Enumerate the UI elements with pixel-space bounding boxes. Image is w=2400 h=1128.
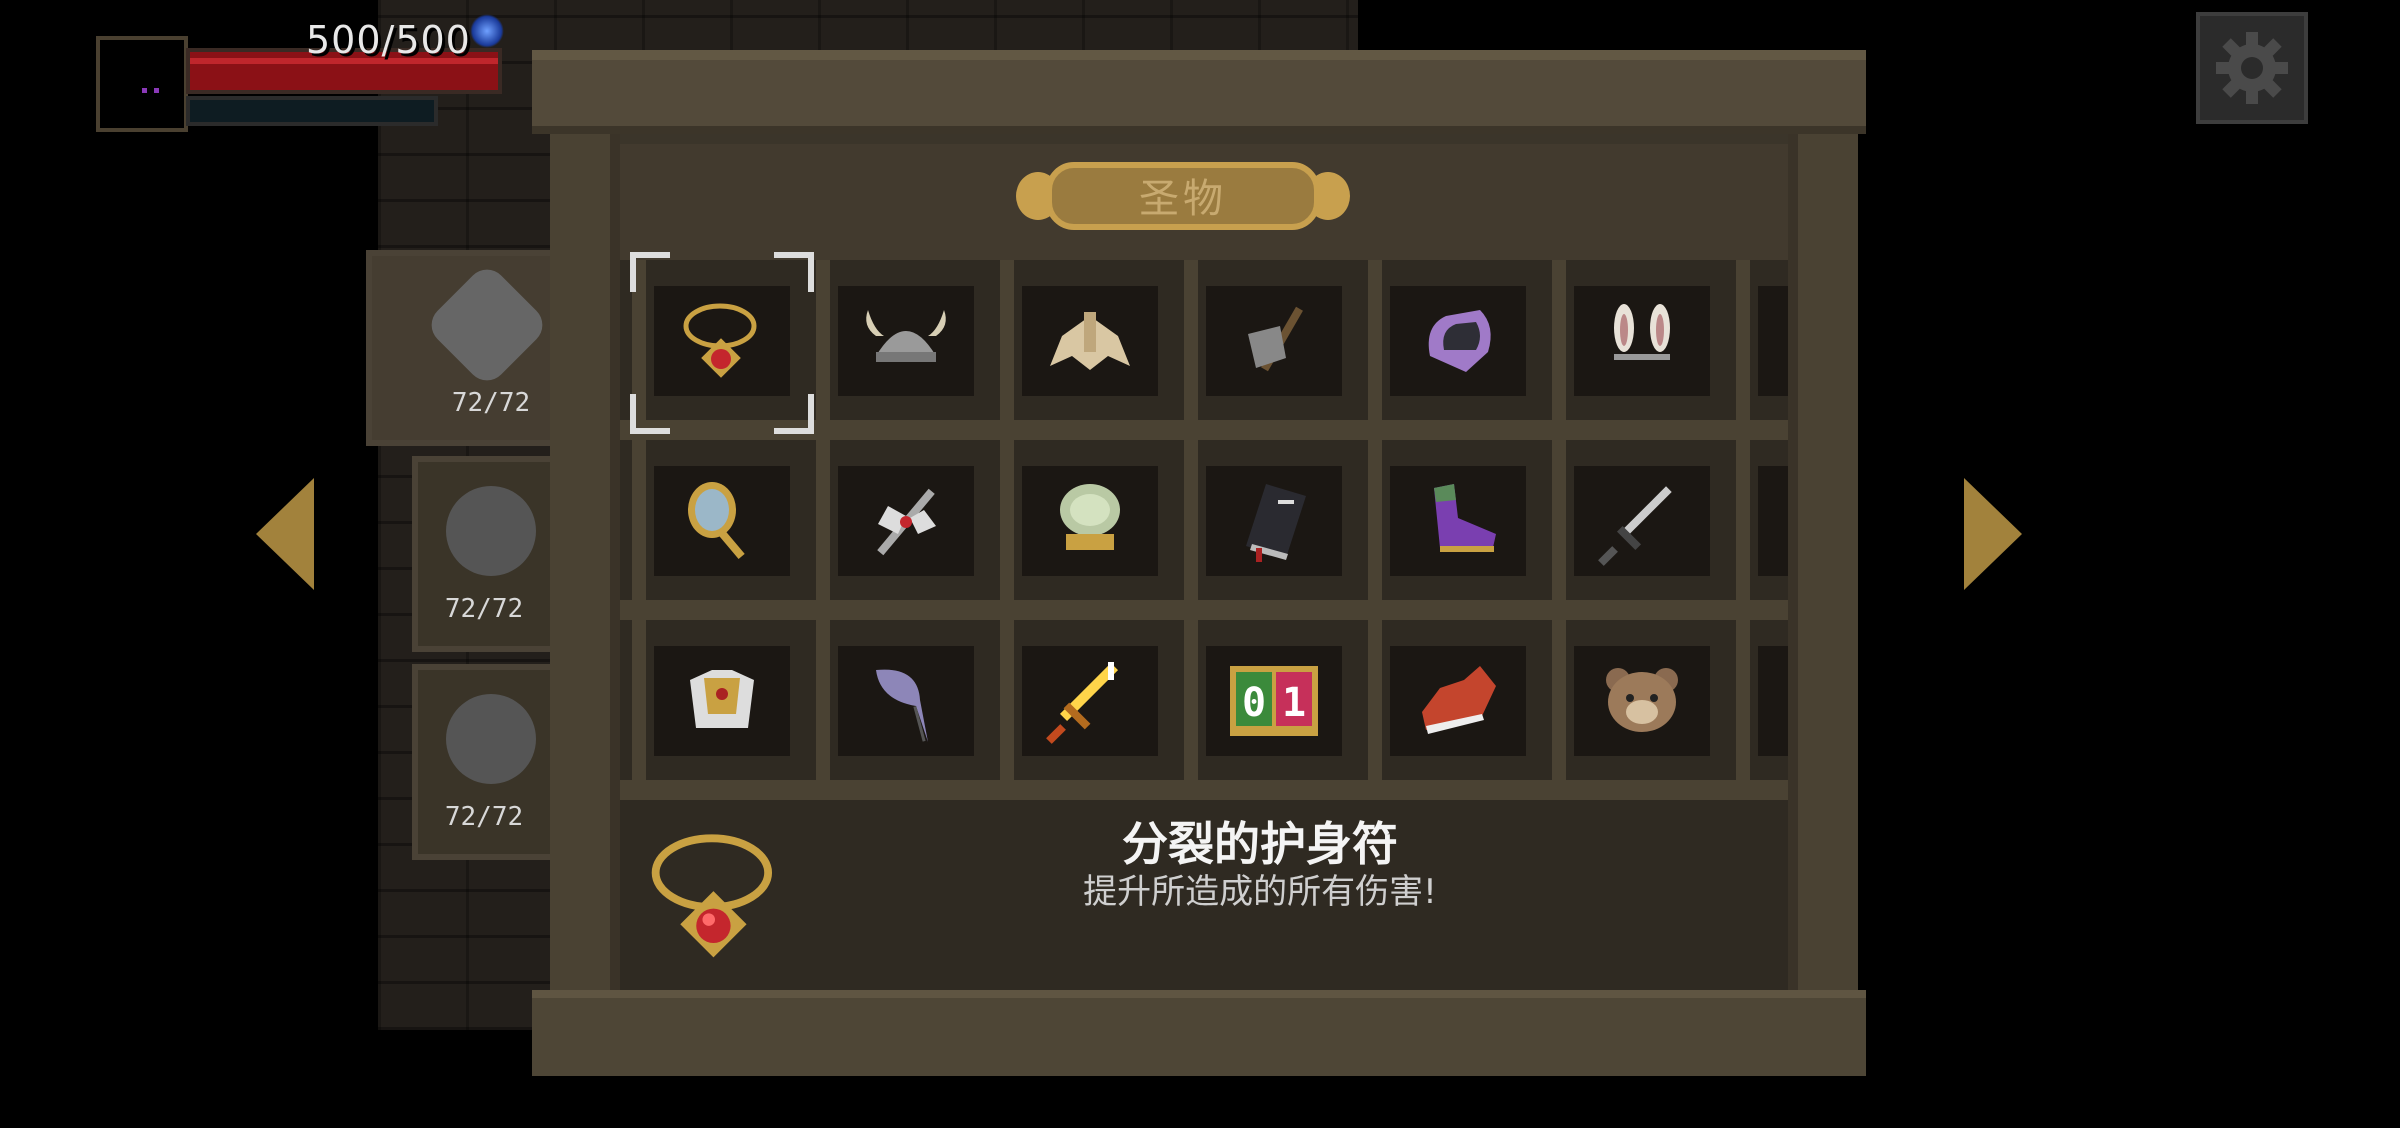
relic-slot-partial [1758,466,1788,576]
bear-head-icon [1606,668,1678,732]
relic-slot[interactable] [1574,466,1710,576]
shelf-lip [620,780,1788,800]
hp-text: 500/500 [306,18,471,62]
red-sneaker-icon [1422,666,1496,734]
selection-cursor [630,252,814,434]
black-book-icon [1246,484,1306,562]
tab-count: 72/72 [444,802,524,832]
relic-slot-partial [1758,286,1788,396]
relic-shelf-row: 01 [620,620,1788,800]
shelf-divider [632,440,646,620]
shelf-divider [816,260,830,440]
purple-gauntlet-icon [1428,310,1491,372]
shelf-divider [1184,260,1198,440]
shelf-divider [632,620,646,800]
shelf-divider [1000,620,1014,800]
relic-slot[interactable] [1022,286,1158,396]
relic-description: 提升所造成的所有伤害! [1083,872,1437,912]
shelf-divider [1552,440,1566,620]
shelf-divider [1736,260,1750,440]
skull-icon [446,694,536,784]
tab-weapons[interactable]: 72/72 [366,250,556,446]
relic-slot[interactable] [1206,286,1342,396]
golden-wing-icon [1050,312,1130,370]
shelf-divider [1368,440,1382,620]
relic-slot[interactable] [838,646,974,756]
double-axe-icon [877,488,936,556]
mana-bar [186,96,438,126]
previous-page-arrow[interactable] [256,478,314,590]
counter-icon: 01 [1230,666,1318,736]
player-portrait [96,36,188,132]
relic-slot[interactable] [1390,286,1526,396]
gear-icon [2216,32,2288,104]
shelf-divider [1552,620,1566,800]
relic-slot[interactable]: 01 [1206,646,1342,756]
relic-slot[interactable] [1574,286,1710,396]
bunny-ears-icon [1614,304,1670,360]
relic-slot[interactable] [654,646,790,756]
relic-slot-partial [1758,646,1788,756]
relic-slot[interactable] [1390,646,1526,756]
golden-sword-icon [1046,662,1118,744]
relic-slot[interactable] [1022,466,1158,576]
shelf-divider [1000,440,1014,620]
golden-armor-icon [690,670,754,728]
relic-slot[interactable] [1022,646,1158,756]
shelf-divider [1552,260,1566,440]
relic-slot[interactable] [654,466,790,576]
feather-quill-icon [876,669,928,742]
page-title: 圣物 [1139,176,1227,222]
relic-slot[interactable] [1206,466,1342,576]
relic-slot[interactable] [1390,466,1526,576]
tab-count: 72/72 [444,594,524,624]
shelf-lip [620,600,1788,620]
viking-helmet-icon [866,310,946,362]
shelf-divider [1736,620,1750,800]
counter-digit: 0 [1242,680,1266,726]
shelf-divider [816,620,830,800]
next-page-arrow[interactable] [1964,478,2022,590]
shelf-divider [1000,260,1014,440]
shelf-divider [1184,620,1198,800]
tab-count: 72/72 [451,388,531,418]
hand-mirror-icon [688,482,745,560]
stone-axe-icon [1248,306,1303,372]
shelf-divider [1184,440,1198,620]
counter-digit: 1 [1282,680,1306,726]
relic-slot[interactable] [838,286,974,396]
relic-shelf-row [620,440,1788,620]
shelf-divider [1368,620,1382,800]
shelf-divider [1736,440,1750,620]
settings-button[interactable] [2196,12,2308,124]
shield-icon [446,486,536,576]
purple-boot-icon [1434,484,1496,552]
title-plaque: 圣物 [1016,148,1350,244]
shelf-divider [1368,260,1382,440]
necklace-icon [651,834,773,958]
relic-slot[interactable] [1574,646,1710,756]
relic-slot[interactable] [838,466,974,576]
dagger-icon [1598,486,1672,566]
energy-orb-icon [470,14,504,48]
bubble-ring-icon [1060,484,1120,550]
shelf-divider [816,440,830,620]
